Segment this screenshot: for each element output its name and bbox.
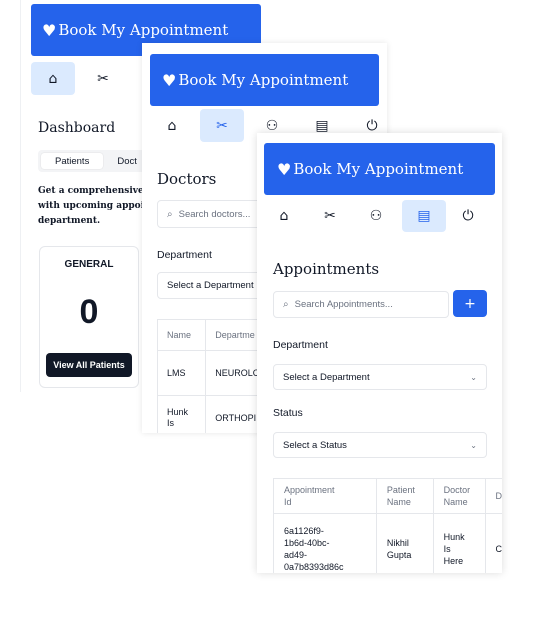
clipboard-icon: ▤ xyxy=(315,117,329,134)
column-header-doctor-name: Doctor Name xyxy=(432,478,486,514)
users-icon: ⚇ xyxy=(369,208,383,224)
scissors-icon: ✂ xyxy=(324,208,336,224)
nav-users-button[interactable]: ⚇ xyxy=(356,200,396,232)
appointments-screen: ♥ Book My Appointment ⌂ ✂ ⚇ ▤ ⏻ Appointm… xyxy=(257,133,502,573)
card-title: GENERAL xyxy=(64,259,114,270)
page-title: Appointments xyxy=(273,260,380,278)
home-icon: ⌂ xyxy=(48,70,58,87)
search-icon: ⌕ xyxy=(167,208,173,220)
page-title: Doctors xyxy=(157,170,217,188)
power-icon: ⏻ xyxy=(366,117,378,134)
home-icon: ⌂ xyxy=(167,117,177,134)
app-header: ♥ Book My Appointment xyxy=(264,143,495,195)
add-appointment-button[interactable]: + xyxy=(453,290,487,317)
search-icon: ⌕ xyxy=(283,299,289,310)
nav-clipboard-button[interactable]: ▤ xyxy=(402,200,446,232)
patient-name-cell: Nikhil Gupta xyxy=(375,513,434,573)
nav-home-button[interactable]: ⌂ xyxy=(264,200,304,232)
nav-scissors-button[interactable]: ✂ xyxy=(200,109,244,142)
doctor-name-cell: LMS xyxy=(156,350,207,396)
app-title: Book My Appointment xyxy=(58,21,229,39)
nav-bar: ⌂ ✂ ⚇ ▤ ⏻ xyxy=(264,200,484,232)
column-header-date: D xyxy=(484,478,502,514)
nav-scissors-button[interactable]: ✂ xyxy=(310,200,350,232)
power-icon: ⏻ xyxy=(462,208,474,224)
heart-icon: ♥ xyxy=(162,70,177,90)
page-title: Dashboard xyxy=(38,120,116,136)
column-header-appointment-id: Appointment Id xyxy=(273,478,377,514)
appointment-search-input[interactable]: ⌕ Search Appointments... xyxy=(273,291,449,318)
column-header-name: Name xyxy=(156,319,207,351)
appointments-table: Appointment Id Patient Name Doctor Name … xyxy=(273,478,502,573)
nav-home-button[interactable]: ⌂ xyxy=(150,109,194,142)
department-label: Department xyxy=(273,339,328,351)
appointment-id-cell: 6a1126f9- 1b6d-40bc- ad49- 0a7b8393d86c xyxy=(273,513,377,573)
doctor-name-cell: Hunk Is xyxy=(156,395,207,433)
status-label: Status xyxy=(273,407,303,419)
app-title: Book My Appointment xyxy=(178,71,349,89)
department-select[interactable]: Select a Department xyxy=(157,272,272,299)
home-icon: ⌂ xyxy=(279,208,289,224)
tab-patients[interactable]: Patients xyxy=(41,153,104,169)
department-label: Department xyxy=(157,249,212,261)
scissors-icon: ✂ xyxy=(216,117,228,134)
dashboard-description: Get a comprehensive o with upcoming appo… xyxy=(38,186,153,226)
table-header-row: Appointment Id Patient Name Doctor Name … xyxy=(273,478,502,514)
scissors-icon: ✂ xyxy=(97,70,109,87)
patient-count: 0 xyxy=(79,293,99,331)
chevron-down-icon: ⌄ xyxy=(470,372,477,382)
column-header-patient-name: Patient Name xyxy=(375,478,434,514)
nav-home-button[interactable]: ⌂ xyxy=(31,62,75,95)
department-select[interactable]: Select a Department ⌄ xyxy=(273,364,487,390)
nav-bar: ⌂ ✂ xyxy=(31,62,125,95)
clipboard-icon: ▤ xyxy=(417,208,431,224)
nav-power-button[interactable]: ⏻ xyxy=(452,200,484,232)
heart-icon: ♥ xyxy=(277,159,292,179)
doctor-name-cell: Hunk Is Here xyxy=(432,513,486,573)
table-row[interactable]: 6a1126f9- 1b6d-40bc- ad49- 0a7b8393d86c … xyxy=(273,513,502,573)
app-title: Book My Appointment xyxy=(293,160,464,178)
heart-icon: ♥ xyxy=(42,20,57,40)
nav-scissors-button[interactable]: ✂ xyxy=(81,62,125,95)
date-cell: C xyxy=(484,513,502,573)
status-select[interactable]: Select a Status ⌄ xyxy=(273,432,487,458)
chevron-down-icon: ⌄ xyxy=(470,440,477,450)
view-all-patients-button[interactable]: View All Patients xyxy=(46,353,132,377)
department-card: GENERAL 0 View All Patients xyxy=(39,246,139,388)
users-icon: ⚇ xyxy=(265,117,279,134)
app-header: ♥ Book My Appointment xyxy=(150,54,379,106)
